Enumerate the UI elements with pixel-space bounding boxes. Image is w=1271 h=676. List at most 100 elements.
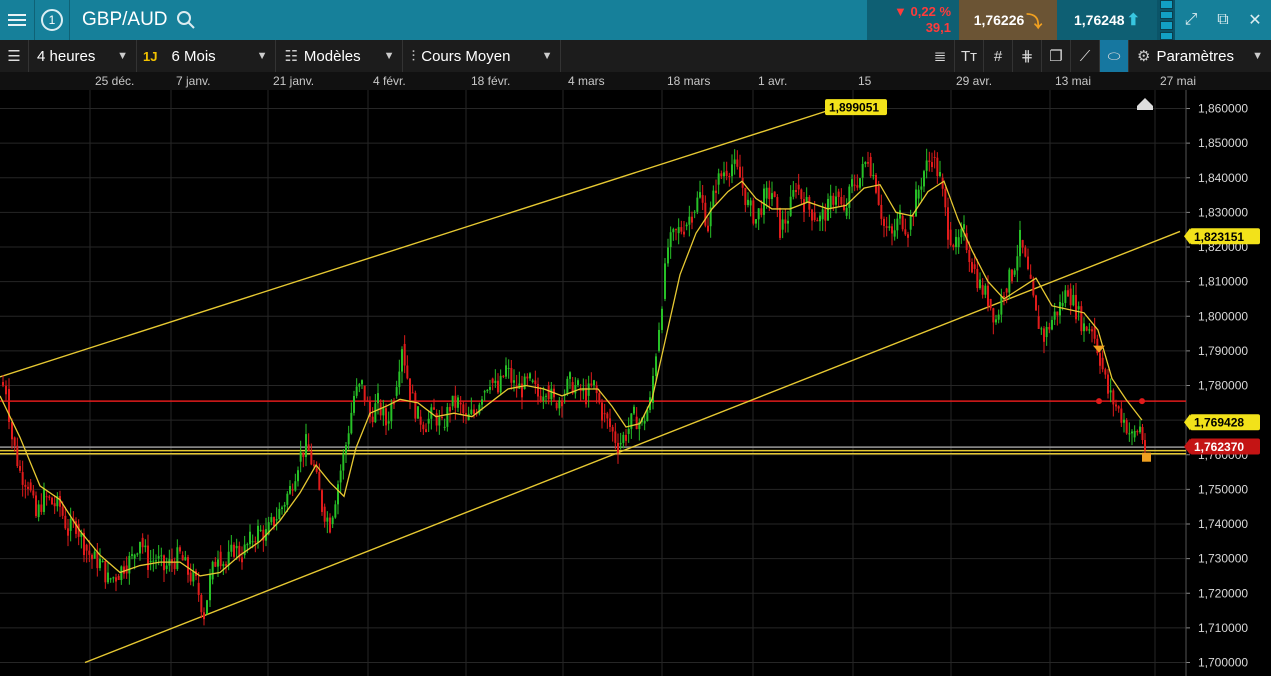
symbol-name[interactable]: GBP/AUD	[70, 0, 174, 40]
candle-body	[286, 493, 289, 505]
candle-body	[707, 225, 709, 232]
candle-body	[566, 378, 569, 395]
draw-line-icon[interactable]: ⟋	[1071, 40, 1100, 72]
chart-number-button[interactable]: 1	[35, 0, 70, 40]
candle-body	[590, 383, 593, 386]
grid-icon[interactable]: #	[984, 40, 1013, 72]
buy-price-button[interactable]: 1,76248 ⬆	[1057, 0, 1157, 40]
range-dropdown[interactable]: 6 Mois ▼	[163, 40, 277, 72]
candle-body	[203, 612, 205, 620]
sell-price-button[interactable]: 1,76226 ⤵	[959, 0, 1057, 40]
crosshair-grid-icon[interactable]: ⋕	[1013, 40, 1042, 72]
chart-canvas[interactable]: 25 déc. 7 janv. 21 janv. 4 févr. 18 févr. 4 m…	[0, 72, 1271, 676]
text-size-icon[interactable]: Tт	[955, 40, 984, 72]
candle-body	[390, 403, 393, 422]
candle-body	[1091, 329, 1093, 332]
price-tick-label: 1,840000	[1198, 171, 1248, 185]
candle-body	[1128, 433, 1131, 435]
candle-body	[163, 555, 165, 571]
candle-body	[470, 409, 473, 414]
candle-body	[1013, 270, 1016, 275]
candle-body	[960, 228, 963, 238]
menu-icon[interactable]	[0, 0, 35, 40]
candle-body	[435, 413, 438, 426]
candle-body	[149, 560, 152, 563]
candle-body	[197, 582, 200, 595]
price-label: 1,769428	[1184, 414, 1260, 431]
candle-body	[2, 382, 4, 386]
candle-body	[995, 319, 997, 323]
candle-body	[832, 195, 835, 205]
settings-label: Paramètres	[1156, 47, 1234, 65]
candle-body	[696, 197, 699, 212]
price-type-dropdown[interactable]: ⫶ Cours Moyen ▼	[403, 40, 562, 72]
candle-body	[417, 406, 419, 419]
candle-body	[32, 490, 35, 496]
candle-body	[981, 285, 984, 295]
candle-body	[321, 490, 323, 512]
candle-body	[550, 388, 553, 400]
candle-body	[992, 308, 995, 323]
candle-body	[688, 216, 691, 225]
candle-body	[779, 207, 781, 238]
indicators-icon[interactable]: ≣	[926, 40, 955, 72]
candle-body	[337, 484, 339, 505]
candle-body	[187, 557, 189, 575]
close-icon[interactable]: ✕	[1239, 0, 1271, 40]
candle-body	[489, 386, 491, 390]
price-tick-label: 1,800000	[1198, 309, 1248, 323]
candle-body	[446, 407, 449, 427]
candle-body	[851, 179, 853, 187]
candle-body	[781, 219, 784, 230]
price-tick-label: 1,730000	[1198, 552, 1248, 566]
candle-body	[531, 380, 534, 383]
candle-body	[443, 426, 446, 428]
candle-body	[419, 416, 422, 425]
chevron-down-icon: ▼	[256, 50, 268, 62]
candle-body	[339, 470, 342, 483]
candle-body	[1112, 390, 1115, 405]
candle-body	[555, 402, 558, 409]
chart-background	[0, 72, 1271, 676]
circle-one-icon: 1	[41, 9, 63, 31]
candle-body	[875, 174, 877, 193]
tag-icon[interactable]: ⬭	[1100, 40, 1129, 72]
candle-body	[157, 556, 160, 559]
candle-body	[907, 234, 909, 238]
candle-body	[593, 380, 595, 386]
price-chart[interactable]: 25 déc. 7 janv. 21 janv. 4 févr. 18 févr. 4 m…	[0, 72, 1271, 676]
candle-body	[209, 574, 211, 601]
candle-body	[574, 385, 577, 394]
candle-body	[829, 195, 832, 209]
layers-icon[interactable]: ❐	[1042, 40, 1071, 72]
date-tick-label: 18 févr.	[471, 74, 510, 88]
candle-body	[920, 186, 923, 190]
candle-body	[1109, 390, 1112, 393]
candle-body	[800, 189, 803, 200]
quick-range-button[interactable]: 1J	[137, 40, 163, 72]
templates-dropdown[interactable]: ☷ Modèles ▼	[276, 40, 404, 72]
candle-body	[155, 560, 157, 562]
settings-dropdown[interactable]: ⚙ Paramètres ▼	[1129, 40, 1271, 72]
level-marker-left	[1096, 398, 1102, 405]
expand-icon[interactable]: ⤢	[1175, 0, 1207, 40]
candle-body	[136, 553, 139, 555]
candle-body	[211, 561, 214, 580]
candle-body	[606, 413, 609, 419]
candle-body	[545, 395, 547, 397]
candle-body	[473, 409, 475, 414]
level-marker-right	[1139, 398, 1145, 405]
candle-body	[893, 230, 896, 237]
candle-body	[760, 208, 763, 215]
popout-icon[interactable]: ⧉	[1207, 0, 1239, 40]
candle-body	[259, 529, 262, 531]
list-icon[interactable]: ☰	[0, 40, 29, 72]
search-icon[interactable]	[174, 0, 196, 40]
chevron-down-icon: ▼	[541, 50, 553, 62]
candle-body	[222, 564, 225, 567]
interval-dropdown[interactable]: 4 heures ▼	[29, 40, 137, 72]
candle-body	[845, 207, 848, 216]
candle-body	[173, 562, 176, 570]
candle-body	[963, 224, 965, 229]
candle-body	[859, 178, 861, 188]
